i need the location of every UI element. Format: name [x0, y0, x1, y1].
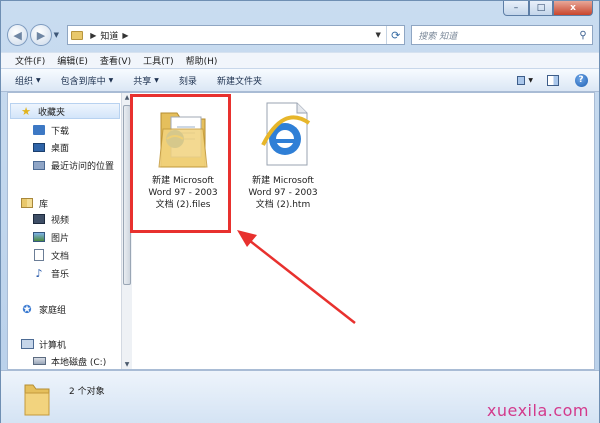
watermark: xuexila.com — [486, 401, 589, 420]
annotation-arrow — [237, 230, 356, 324]
explorer-window: – □ x ◀ ▶ ▼ ▶ 知道 ▶ ▼ ⟳ 搜索 知道 ⚲ 文件(F) 编辑(… — [0, 0, 600, 423]
item-count: 2 个对象 — [69, 387, 105, 397]
status-bar: 2 个对象 xuexila.com — [1, 370, 599, 423]
folder-icon — [23, 379, 51, 417]
